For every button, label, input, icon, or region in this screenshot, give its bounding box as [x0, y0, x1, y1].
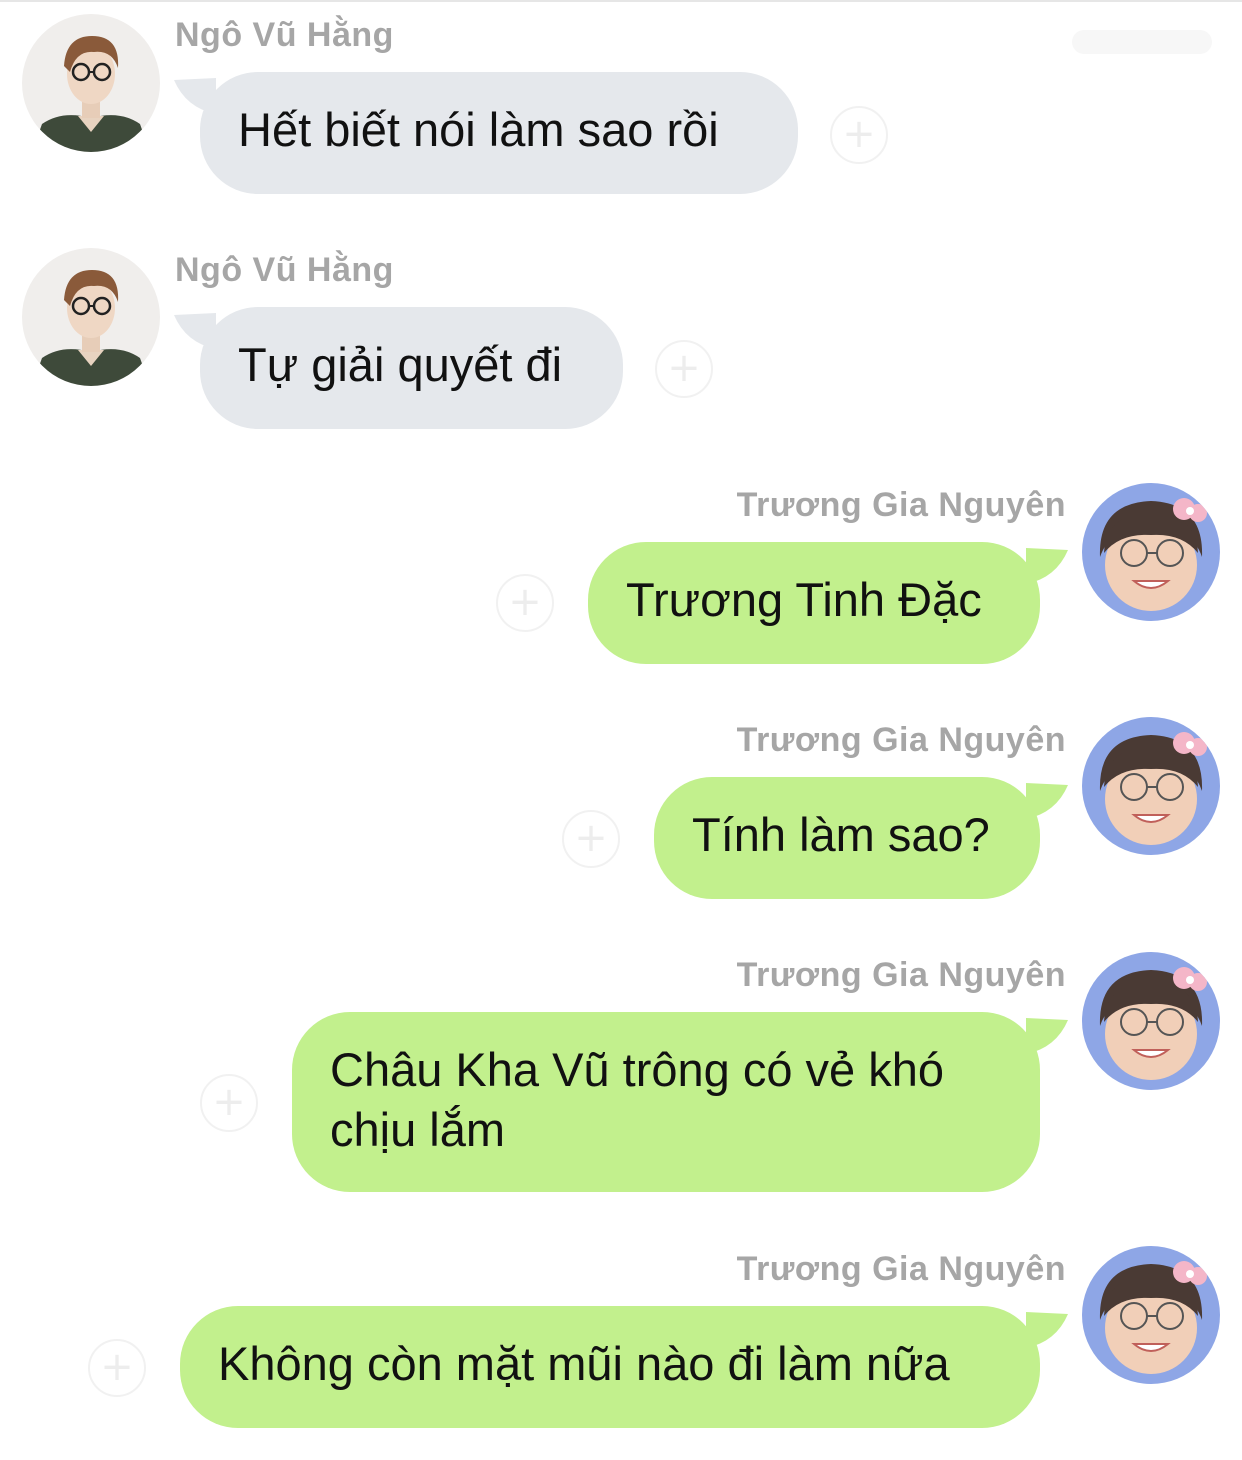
sender-name: Ngô Vũ Hằng	[175, 251, 394, 289]
add-reaction-icon[interactable]: +	[200, 1074, 258, 1132]
message-bubble[interactable]: Châu Kha Vũ trông có vẻ khó chịu lắm	[292, 1012, 1040, 1192]
sender-avatar[interactable]	[1082, 483, 1220, 621]
avatar-image	[1082, 483, 1220, 621]
sender-name: Trương Gia Nguyên	[736, 721, 1066, 759]
add-reaction-icon[interactable]: +	[562, 810, 620, 868]
message-bubble[interactable]: Tính làm sao?	[654, 777, 1040, 899]
add-reaction-icon[interactable]: +	[655, 340, 713, 398]
message-bubble[interactable]: Không còn mặt mũi nào đi làm nữa	[180, 1306, 1040, 1428]
sender-name: Ngô Vũ Hằng	[175, 16, 394, 54]
sender-avatar[interactable]	[1082, 1246, 1220, 1384]
message-text-line: chịu lắm	[330, 1103, 506, 1156]
message-text: Hết biết nói làm sao rồi	[238, 103, 719, 156]
sender-avatar[interactable]	[1082, 952, 1220, 1090]
message-text: Tính làm sao?	[692, 808, 990, 861]
avatar-image	[1082, 717, 1220, 855]
message-text: Không còn mặt mũi nào đi làm nữa	[218, 1337, 950, 1390]
sender-name: Trương Gia Nguyên	[736, 956, 1066, 994]
message-bubble[interactable]: Hết biết nói làm sao rồi	[200, 72, 798, 194]
sender-avatar[interactable]	[22, 14, 160, 152]
message-text: Tự giải quyết đi	[238, 338, 563, 391]
sender-name: Trương Gia Nguyên	[736, 486, 1066, 524]
sender-avatar[interactable]	[22, 248, 160, 386]
avatar-image	[1082, 1246, 1220, 1384]
message-bubble[interactable]: Tự giải quyết đi	[200, 307, 623, 429]
avatar-image	[22, 14, 160, 152]
add-reaction-icon[interactable]: +	[496, 574, 554, 632]
avatar-image	[1082, 952, 1220, 1090]
faded-element	[1072, 30, 1212, 54]
add-reaction-icon[interactable]: +	[88, 1339, 146, 1397]
avatar-image	[22, 248, 160, 386]
sender-avatar[interactable]	[1082, 717, 1220, 855]
message-text: Trương Tinh Đặc	[626, 573, 982, 626]
message-text-line: Châu Kha Vũ trông có vẻ khó	[330, 1043, 945, 1096]
message-bubble[interactable]: Trương Tinh Đặc	[588, 542, 1040, 664]
add-reaction-icon[interactable]: +	[830, 106, 888, 164]
chat-thread[interactable]: Ngô Vũ Hằng Hết biết nói làm sao rồi + N…	[0, 0, 1242, 1460]
sender-name: Trương Gia Nguyên	[736, 1250, 1066, 1288]
